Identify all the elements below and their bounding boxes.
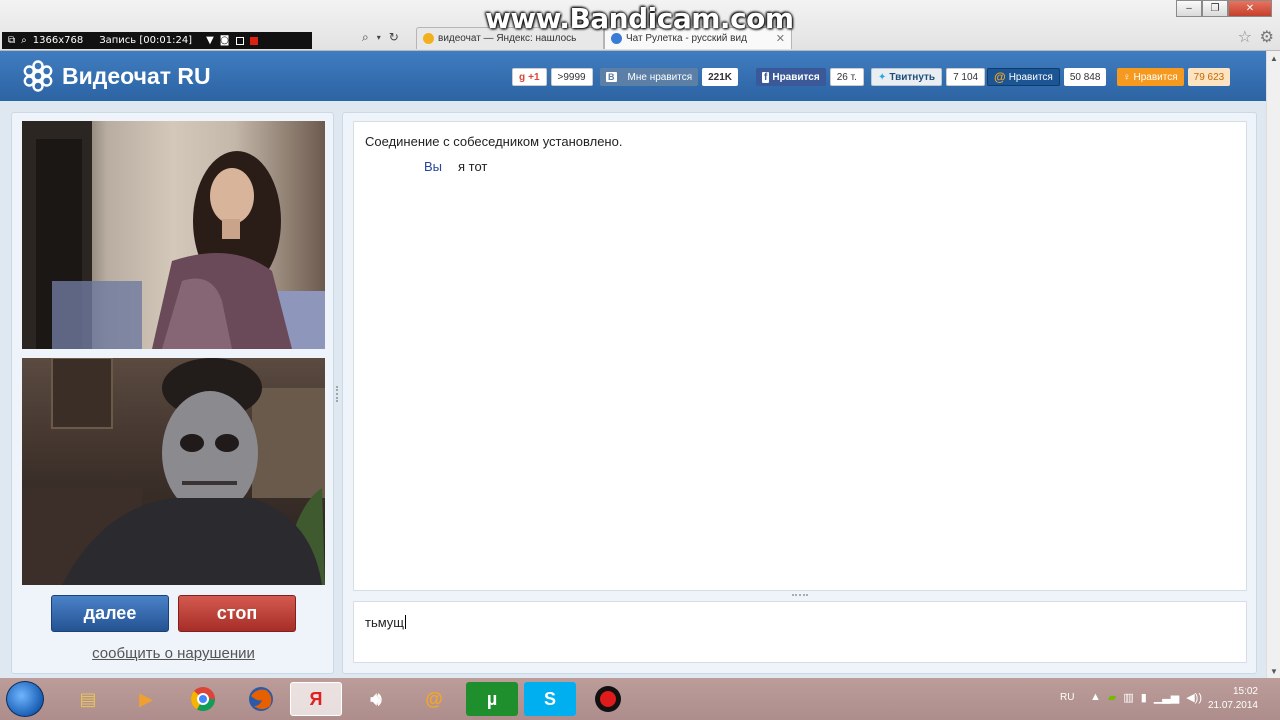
- refresh-icon[interactable]: ↻: [389, 30, 399, 44]
- system-message: Соединение с собеседником установлено.: [365, 134, 623, 149]
- clock[interactable]: 15:02 21.07.2014: [1208, 685, 1258, 713]
- logo-icon: [23, 60, 53, 92]
- utorrent-icon[interactable]: µ: [466, 682, 518, 716]
- recorder-resolution: 1366x768: [32, 35, 84, 46]
- minimize-button[interactable]: –: [1176, 0, 1202, 17]
- my-video-frame: [22, 358, 325, 585]
- search-icon[interactable]: ⌕: [362, 30, 369, 45]
- ie-icon: [423, 33, 434, 44]
- network-icon[interactable]: ▥: [1123, 691, 1133, 704]
- vk-count: 221K: [702, 68, 739, 86]
- watermark: www.Bandicam.com: [485, 2, 794, 35]
- system-tray: RU ▲ ▰ ▥ ▮ ▁▃▅ ◀)) 15:02 21.07.2014: [1056, 678, 1280, 720]
- close-window-button[interactable]: ✕: [1228, 0, 1272, 17]
- window-controls: – ❐ ✕: [1176, 0, 1272, 17]
- panel-resize-handle[interactable]: [336, 386, 340, 402]
- mail-icon: @: [994, 70, 1006, 84]
- skype-icon[interactable]: S: [524, 682, 576, 716]
- odnoklassniki-icon: ♀: [1123, 71, 1131, 83]
- message-text: я тот: [458, 159, 488, 174]
- address-tools: ⌕ ▾ ↻: [362, 28, 414, 46]
- start-button[interactable]: [6, 681, 44, 717]
- message-input-text: тьмущ: [365, 615, 407, 630]
- clock-date: 21.07.2014: [1207, 700, 1258, 711]
- gplus-icon: g: [519, 71, 526, 83]
- my-video: [22, 358, 325, 585]
- dropdown-icon[interactable]: ▼: [206, 35, 214, 46]
- clock-time: 15:02: [1232, 686, 1258, 697]
- site-header: Видеочат RU g +1 >9999 B Мне нравится 221…: [0, 51, 1266, 101]
- mail-count: 50 848: [1063, 68, 1107, 86]
- scroll-down-icon[interactable]: ▼: [1267, 664, 1280, 678]
- vk-icon: B: [606, 72, 617, 82]
- browser-chrome: ⧉ ⌕ 1366x768 Запись [00:01:24] ▼ ◙ ⌕ ▾ ↻…: [0, 0, 1280, 51]
- volume-app-icon[interactable]: 🔊︎: [350, 682, 402, 716]
- ok-like-button[interactable]: ♀ Нравится: [1117, 68, 1184, 86]
- video-panel: далее стоп сообщить о нарушении: [11, 112, 334, 674]
- chat-splitter[interactable]: [792, 594, 808, 598]
- gear-icon[interactable]: ⚙: [1260, 27, 1274, 47]
- mail-like-button[interactable]: @ Нравится: [987, 68, 1060, 86]
- partner-video: [22, 121, 325, 349]
- mail-share: @ Нравится 50 848: [987, 67, 1107, 87]
- page-scrollbar[interactable]: ▲ ▼: [1266, 51, 1280, 678]
- dropdown-icon[interactable]: ▾: [377, 33, 381, 42]
- power-icon[interactable]: ▮: [1141, 691, 1147, 704]
- tw-share: ✦ Твитнуть 7 104: [871, 67, 986, 87]
- facebook-icon: f: [762, 71, 770, 83]
- fb-share: f Нравится 26 т.: [756, 67, 864, 87]
- mail-agent-icon[interactable]: @: [408, 682, 460, 716]
- ok-count: 79 623: [1187, 68, 1231, 86]
- gplus-button[interactable]: g +1: [512, 68, 547, 86]
- fb-count: 26 т.: [829, 68, 864, 86]
- media-player-icon[interactable]: ▶: [120, 682, 172, 716]
- scroll-up-icon[interactable]: ▲: [1267, 51, 1280, 65]
- fb-like-button[interactable]: f Нравится: [756, 68, 826, 86]
- logo-text: Видеочат RU: [62, 62, 211, 89]
- chat-message: Вы я тот: [424, 159, 487, 174]
- firefox-icon[interactable]: [235, 682, 287, 716]
- twitter-icon: ✦: [878, 71, 887, 83]
- ok-share: ♀ Нравится 79 623: [1117, 67, 1231, 87]
- tw-count: 7 104: [946, 68, 986, 86]
- gplus-share: g +1 >9999: [512, 67, 593, 87]
- recorder-status: Запись [00:01:24]: [99, 35, 193, 46]
- explorer-icon[interactable]: ▤: [62, 682, 114, 716]
- recorder-bar: ⧉ ⌕ 1366x768 Запись [00:01:24] ▼ ◙: [2, 32, 312, 49]
- restore-button[interactable]: ❐: [1202, 0, 1228, 17]
- vk-like-button[interactable]: B Мне нравится: [600, 68, 699, 86]
- tweet-button[interactable]: ✦ Твитнуть: [871, 68, 943, 86]
- speaker-icon[interactable]: ◀)): [1186, 691, 1202, 704]
- report-link[interactable]: сообщить о нарушении: [12, 645, 335, 662]
- next-button[interactable]: далее: [51, 595, 169, 632]
- tray-expand-icon[interactable]: ▲: [1090, 691, 1101, 704]
- yandex-browser-icon[interactable]: Я: [290, 682, 342, 716]
- message-author: Вы: [424, 159, 443, 174]
- pause-icon[interactable]: [235, 36, 244, 45]
- chrome-icon[interactable]: [177, 682, 229, 716]
- window-icon: ⧉: [8, 35, 16, 46]
- partner-video-frame: [22, 121, 325, 349]
- stop-record-icon[interactable]: [249, 36, 258, 45]
- gplus-count: >9999: [550, 68, 593, 86]
- taskbar: ▤ ▶ Я 🔊︎ @ µ S RU ▲ ▰ ▥ ▮ ▁▃▅ ◀)) 15:02 …: [0, 678, 1280, 720]
- stop-button[interactable]: стоп: [178, 595, 296, 632]
- language-indicator[interactable]: RU: [1060, 692, 1074, 703]
- star-icon[interactable]: ☆: [1238, 27, 1252, 47]
- chat-log: Соединение с собеседником установлено. В…: [353, 121, 1247, 591]
- nvidia-icon[interactable]: ▰: [1108, 691, 1116, 704]
- logo[interactable]: Видеочат RU: [22, 60, 211, 92]
- signal-icon[interactable]: ▁▃▅: [1154, 691, 1179, 704]
- camera-icon[interactable]: ◙: [220, 35, 230, 46]
- tray-icons: ▲ ▰ ▥ ▮ ▁▃▅ ◀)): [1090, 691, 1202, 704]
- vk-share: B Мне нравится 221K: [600, 67, 739, 87]
- text-caret: [405, 615, 407, 629]
- message-input[interactable]: тьмущ: [353, 601, 1247, 663]
- bandicam-icon[interactable]: [582, 682, 634, 716]
- search-icon: ⌕: [21, 35, 27, 46]
